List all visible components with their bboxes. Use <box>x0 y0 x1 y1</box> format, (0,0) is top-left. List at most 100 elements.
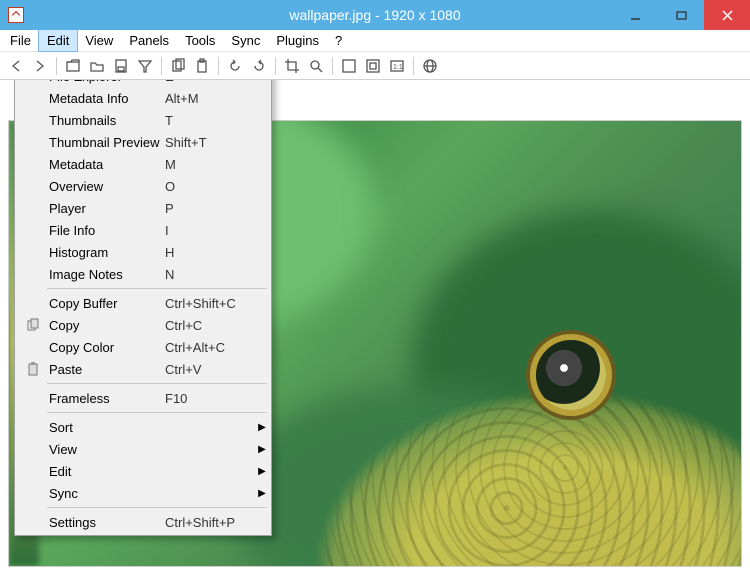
toolbar-separator <box>332 57 333 75</box>
menu-item-label: Metadata Info <box>45 91 165 106</box>
menu-view[interactable]: View <box>77 30 121 51</box>
rotate-cw-icon <box>251 58 267 74</box>
menu-item-overview[interactable]: OverviewO <box>17 175 269 197</box>
menu-item-copy[interactable]: CopyCtrl+C <box>17 314 269 336</box>
toolbar-separator <box>218 57 219 75</box>
toolbar-filter-button[interactable] <box>133 54 157 78</box>
menu-item-sync[interactable]: Sync▶ <box>17 482 269 504</box>
zoom-icon <box>308 58 324 74</box>
menu-item-paste[interactable]: PasteCtrl+V <box>17 358 269 380</box>
titlebar[interactable]: wallpaper.jpg - 1920 x 1080 <box>0 0 750 30</box>
toolbar-fit-button[interactable] <box>361 54 385 78</box>
menu-item-shortcut: M <box>165 157 255 172</box>
menu-item-file-info[interactable]: File InfoI <box>17 219 269 241</box>
fit-icon <box>365 58 381 74</box>
menu-item-label: File Explorer <box>45 80 165 84</box>
toolbar-copy-button[interactable] <box>166 54 190 78</box>
menu-item-shortcut: H <box>165 245 255 260</box>
next-icon <box>32 58 48 74</box>
save-icon <box>113 58 129 74</box>
toolbar-fullscreen-button[interactable] <box>337 54 361 78</box>
menu-item-label: Thumbnail Preview <box>45 135 165 150</box>
folder-icon <box>89 58 105 74</box>
toolbar-rotate-cw-button[interactable] <box>247 54 271 78</box>
toolbar-rotate-ccw-button[interactable] <box>223 54 247 78</box>
toolbar: 1:1 <box>0 52 750 80</box>
edit-menu-dropdown: File ExplorerEMetadata InfoAlt+MThumbnai… <box>14 80 272 536</box>
app-icon <box>8 7 24 23</box>
toolbar-next-button[interactable] <box>28 54 52 78</box>
menu-item-shortcut: N <box>165 267 255 282</box>
close-button[interactable] <box>704 0 750 30</box>
menubar: FileEditViewPanelsToolsSyncPlugins? <box>0 30 750 52</box>
menu-item-label: Copy Buffer <box>45 296 165 311</box>
menu-item-view[interactable]: View▶ <box>17 438 269 460</box>
menu-item-label: Thumbnails <box>45 113 165 128</box>
toolbar-zoom-button[interactable] <box>304 54 328 78</box>
menu-item-label: Paste <box>45 362 165 377</box>
menu-plugins[interactable]: Plugins <box>268 30 327 51</box>
menu-item-thumbnails[interactable]: ThumbnailsT <box>17 109 269 131</box>
submenu-arrow-icon: ▶ <box>255 466 269 477</box>
menu-item-metadata-info[interactable]: Metadata InfoAlt+M <box>17 87 269 109</box>
menu-separator <box>47 507 267 508</box>
submenu-arrow-icon: ▶ <box>255 422 269 433</box>
maximize-button[interactable] <box>658 0 704 30</box>
menu-item-edit[interactable]: Edit▶ <box>17 460 269 482</box>
toolbar-one-to-one-button[interactable]: 1:1 <box>385 54 409 78</box>
submenu-arrow-icon: ▶ <box>255 488 269 499</box>
filter-icon <box>137 58 153 74</box>
menu-help[interactable]: ? <box>327 30 350 51</box>
rotate-ccw-icon <box>227 58 243 74</box>
menu-edit[interactable]: Edit <box>39 30 77 51</box>
menu-item-copy-color[interactable]: Copy ColorCtrl+Alt+C <box>17 336 269 358</box>
menu-item-shortcut: Ctrl+V <box>165 362 255 377</box>
menu-item-shortcut: Shift+T <box>165 135 255 150</box>
menu-item-sort[interactable]: Sort▶ <box>17 416 269 438</box>
menu-panels[interactable]: Panels <box>121 30 177 51</box>
app-window: wallpaper.jpg - 1920 x 1080 FileEditView… <box>0 0 750 577</box>
menu-item-player[interactable]: PlayerP <box>17 197 269 219</box>
prev-icon <box>8 58 24 74</box>
menu-item-label: Overview <box>45 179 165 194</box>
menu-item-label: File Info <box>45 223 165 238</box>
one-to-one-icon: 1:1 <box>389 58 405 74</box>
menu-file[interactable]: File <box>2 30 39 51</box>
menu-item-label: Copy <box>45 318 165 333</box>
menu-item-label: Player <box>45 201 165 216</box>
menu-item-copy-buffer[interactable]: Copy BufferCtrl+Shift+C <box>17 292 269 314</box>
toolbar-globe-button[interactable] <box>418 54 442 78</box>
menu-separator <box>47 412 267 413</box>
paste-icon <box>194 58 210 74</box>
menu-item-file-explorer[interactable]: File ExplorerE <box>17 80 269 87</box>
menu-tools[interactable]: Tools <box>177 30 223 51</box>
image-canvas[interactable]: File ExplorerEMetadata InfoAlt+MThumbnai… <box>0 80 750 577</box>
menu-item-metadata[interactable]: MetadataM <box>17 153 269 175</box>
crop-icon <box>284 58 300 74</box>
toolbar-paste-button[interactable] <box>190 54 214 78</box>
menu-item-shortcut: O <box>165 179 255 194</box>
globe-icon <box>422 58 438 74</box>
menu-item-label: Frameless <box>45 391 165 406</box>
menu-item-settings[interactable]: SettingsCtrl+Shift+P <box>17 511 269 533</box>
toolbar-separator <box>413 57 414 75</box>
minimize-button[interactable] <box>612 0 658 30</box>
menu-item-thumbnail-preview[interactable]: Thumbnail PreviewShift+T <box>17 131 269 153</box>
toolbar-save-button[interactable] <box>109 54 133 78</box>
menu-item-image-notes[interactable]: Image NotesN <box>17 263 269 285</box>
menu-item-label: Metadata <box>45 157 165 172</box>
window-controls <box>612 0 750 30</box>
toolbar-open-button[interactable] <box>61 54 85 78</box>
menu-item-shortcut: Alt+M <box>165 91 255 106</box>
menu-item-frameless[interactable]: FramelessF10 <box>17 387 269 409</box>
toolbar-prev-button[interactable] <box>4 54 28 78</box>
menu-item-label: Copy Color <box>45 340 165 355</box>
menu-sync[interactable]: Sync <box>223 30 268 51</box>
menu-item-histogram[interactable]: HistogramH <box>17 241 269 263</box>
copy-icon <box>170 58 186 74</box>
toolbar-folder-button[interactable] <box>85 54 109 78</box>
toolbar-crop-button[interactable] <box>280 54 304 78</box>
menu-item-shortcut: Ctrl+Alt+C <box>165 340 255 355</box>
menu-item-shortcut: P <box>165 201 255 216</box>
menu-separator <box>47 383 267 384</box>
